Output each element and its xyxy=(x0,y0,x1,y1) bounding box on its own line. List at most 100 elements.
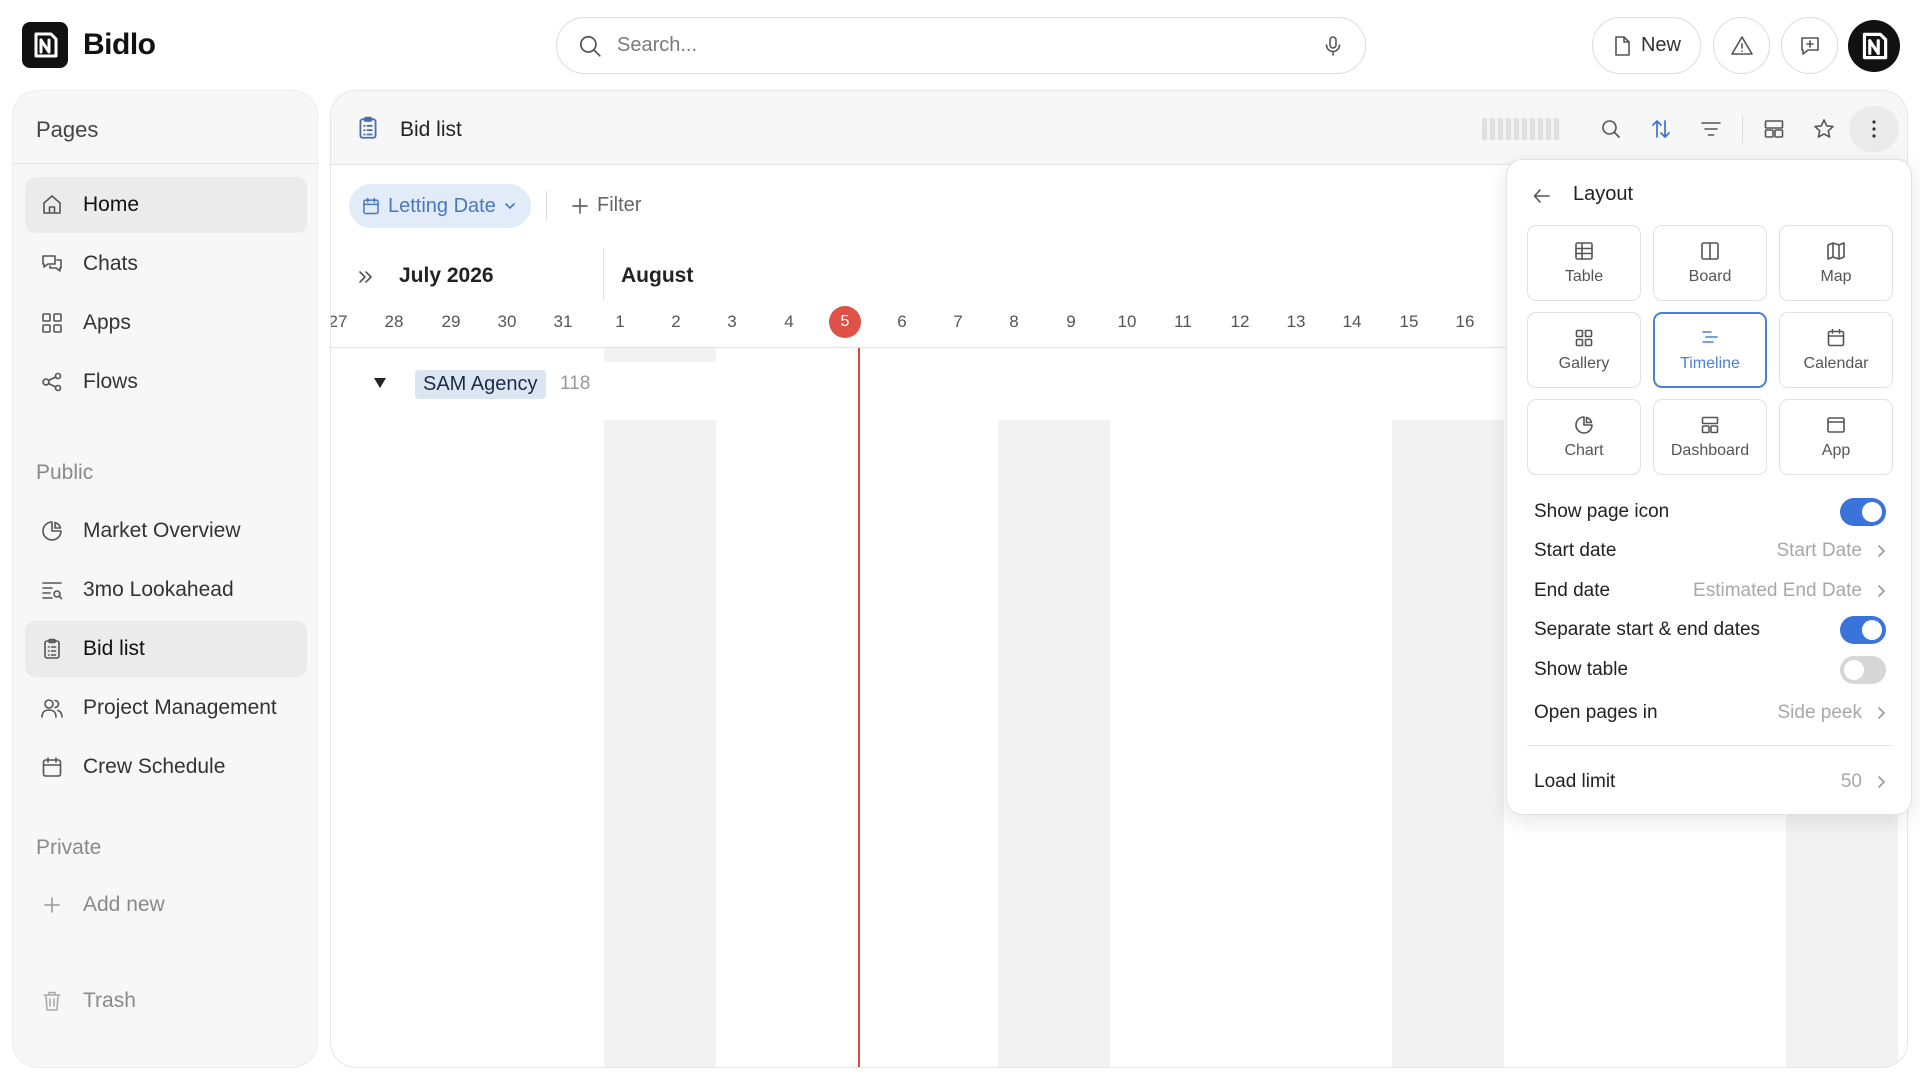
add-new-label: Add new xyxy=(83,893,165,916)
day-label: 5 xyxy=(817,306,873,338)
favorite-button[interactable] xyxy=(1799,106,1849,152)
tile-label: Map xyxy=(1820,268,1852,285)
day-label: 31 xyxy=(553,312,573,331)
sidebar-item-label: Bid list xyxy=(83,637,145,660)
star-icon xyxy=(1812,117,1836,141)
chevron-right-icon xyxy=(1876,706,1886,720)
sidebar-item-trash[interactable]: Trash xyxy=(25,973,307,1029)
new-page-button[interactable]: New xyxy=(1592,17,1701,74)
toolbar-divider xyxy=(1742,115,1743,143)
day-label: 15 xyxy=(1399,312,1419,331)
dashboard-icon xyxy=(1699,414,1721,436)
chevron-right-icon xyxy=(1876,544,1886,558)
arrow-left-icon[interactable] xyxy=(1531,185,1553,207)
show-table-row[interactable]: Show table xyxy=(1534,652,1886,688)
row-label: End date xyxy=(1534,580,1611,601)
layout-option-map[interactable]: Map xyxy=(1779,225,1893,301)
end-date-row[interactable]: End date Estimated End Date xyxy=(1534,573,1886,609)
message-plus-icon xyxy=(1798,34,1822,58)
layout-option-timeline[interactable]: Timeline xyxy=(1653,312,1767,388)
sidebar-item-flows[interactable]: Flows xyxy=(25,354,307,410)
page-title: Bid list xyxy=(400,118,462,141)
sidebar-item-apps[interactable]: Apps xyxy=(25,295,307,351)
sidebar-item-home[interactable]: Home xyxy=(25,177,307,233)
row-value: Start Date xyxy=(1776,540,1862,561)
weekend-column xyxy=(604,348,716,362)
layout-option-dashboard[interactable]: Dashboard xyxy=(1653,399,1767,475)
clipboard-icon xyxy=(39,636,65,662)
panel-divider xyxy=(1527,745,1893,746)
show-page-icon-row[interactable]: Show page icon xyxy=(1534,494,1886,530)
search-bar[interactable] xyxy=(556,17,1366,74)
letting-date-label: Letting Date xyxy=(388,194,496,217)
microphone-icon[interactable] xyxy=(1321,34,1345,58)
sidebar: Pages Home Chats Apps Flows Public Marke… xyxy=(12,90,318,1068)
search-view-button[interactable] xyxy=(1586,106,1636,152)
sidebar-divider xyxy=(13,163,317,164)
layout-panel-title: Layout xyxy=(1573,183,1634,205)
sidebar-item-market-overview[interactable]: Market Overview xyxy=(25,503,307,559)
start-date-row[interactable]: Start date Start Date xyxy=(1534,533,1886,569)
day-label: 30 xyxy=(497,312,517,331)
sidebar-title: Pages xyxy=(36,117,99,142)
chevrons-right-icon[interactable] xyxy=(357,268,375,286)
sidebar-item-project-management[interactable]: Project Management xyxy=(25,680,307,736)
show-table-toggle[interactable] xyxy=(1840,656,1886,684)
month-label: July 2026 xyxy=(399,264,494,287)
more-options-button[interactable] xyxy=(1849,106,1899,152)
apps-icon xyxy=(39,310,65,336)
clipboard-icon xyxy=(355,115,381,141)
add-new-button[interactable]: Add new xyxy=(25,877,307,933)
sidebar-item-label: Market Overview xyxy=(83,519,241,542)
sidebar-item-3mo-lookahead[interactable]: 3mo Lookahead xyxy=(25,562,307,618)
calendar-icon xyxy=(1825,327,1847,349)
add-filter-button[interactable]: Filter xyxy=(571,194,641,217)
filter-view-button[interactable] xyxy=(1686,106,1736,152)
sidebar-item-bid-list[interactable]: Bid list xyxy=(25,621,307,677)
sidebar-item-label: Apps xyxy=(83,311,131,334)
pie-icon xyxy=(39,518,65,544)
logo-icon[interactable] xyxy=(22,22,68,68)
row-label: Load limit xyxy=(1534,771,1616,792)
sidebar-item-label: Crew Schedule xyxy=(83,755,226,778)
today-marker-line xyxy=(858,348,860,1067)
row-label: Open pages in xyxy=(1534,702,1658,723)
calendar-edit-icon xyxy=(361,196,381,216)
filter-label: Filter xyxy=(597,194,642,216)
group-tag: SAM Agency xyxy=(415,370,546,399)
timeline-icon xyxy=(1699,327,1721,349)
map-icon xyxy=(1825,240,1847,262)
chat-icon xyxy=(39,251,65,277)
feedback-button[interactable] xyxy=(1781,17,1838,74)
load-limit-row[interactable]: Load limit 50 xyxy=(1534,764,1886,800)
layout-option-board[interactable]: Board xyxy=(1653,225,1767,301)
users-icon xyxy=(39,695,65,721)
layout-option-app[interactable]: App xyxy=(1779,399,1893,475)
day-label: 14 xyxy=(1342,312,1362,331)
show-page-icon-toggle[interactable] xyxy=(1840,498,1886,526)
avatar[interactable] xyxy=(1848,20,1900,72)
search-input[interactable] xyxy=(617,34,1321,57)
filter-lines-icon xyxy=(1699,117,1723,141)
chevron-right-icon xyxy=(1876,775,1886,789)
alerts-button[interactable] xyxy=(1713,17,1770,74)
separate-dates-toggle[interactable] xyxy=(1840,616,1886,644)
day-label: 8 xyxy=(1009,312,1019,331)
letting-date-chip[interactable]: Letting Date xyxy=(349,184,531,228)
layout-panel: Layout Table Board Map Gallery Timeline … xyxy=(1506,159,1912,815)
trash-label: Trash xyxy=(83,989,136,1012)
layout-option-calendar[interactable]: Calendar xyxy=(1779,312,1893,388)
layout-button[interactable] xyxy=(1749,106,1799,152)
layout-option-table[interactable]: Table xyxy=(1527,225,1641,301)
new-button-label: New xyxy=(1640,34,1681,56)
layout-option-gallery[interactable]: Gallery xyxy=(1527,312,1641,388)
open-pages-in-row[interactable]: Open pages in Side peek xyxy=(1534,695,1886,731)
collapse-triangle-icon[interactable] xyxy=(373,377,387,389)
sidebar-item-crew-schedule[interactable]: Crew Schedule xyxy=(25,739,307,795)
sort-button[interactable] xyxy=(1636,106,1686,152)
layout-option-chart[interactable]: Chart xyxy=(1527,399,1641,475)
sort-arrows-icon xyxy=(1649,117,1673,141)
toolbar-divider xyxy=(546,191,547,221)
separate-dates-row[interactable]: Separate start & end dates xyxy=(1534,612,1886,648)
sidebar-item-chats[interactable]: Chats xyxy=(25,236,307,292)
